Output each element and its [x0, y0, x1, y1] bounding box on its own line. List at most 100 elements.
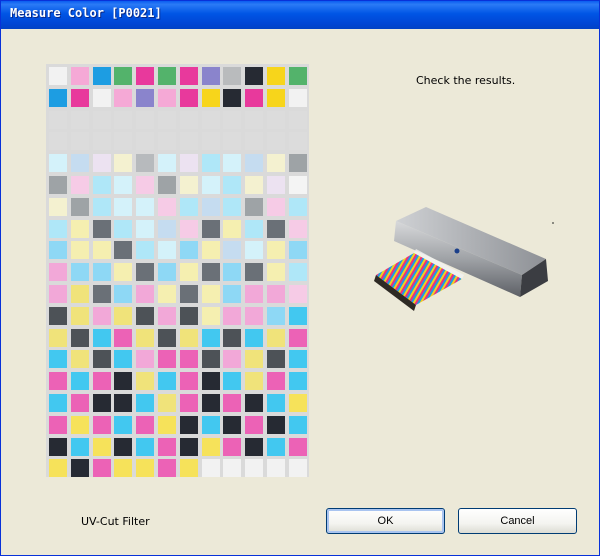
color-patch — [158, 285, 176, 303]
color-patch — [114, 154, 132, 172]
color-patch — [114, 459, 132, 477]
color-patch — [202, 329, 220, 347]
color-patch — [71, 198, 89, 216]
color-patch — [136, 132, 154, 150]
color-patch — [114, 394, 132, 412]
color-patch — [245, 241, 263, 259]
color-patch — [223, 459, 241, 477]
color-patch — [180, 263, 198, 281]
color-patch — [114, 220, 132, 238]
color-patch — [289, 329, 307, 347]
color-patch — [93, 176, 111, 194]
color-patch — [49, 132, 67, 150]
color-patch — [93, 350, 111, 368]
color-patch — [93, 241, 111, 259]
color-patch — [202, 372, 220, 390]
color-patch — [49, 154, 67, 172]
color-patch — [245, 198, 263, 216]
color-patch — [289, 263, 307, 281]
color-patch — [245, 89, 263, 107]
color-patch — [223, 67, 241, 85]
color-patch — [267, 416, 285, 434]
color-patch — [223, 241, 241, 259]
color-patch — [245, 154, 263, 172]
color-patch — [267, 220, 285, 238]
color-chart — [46, 64, 309, 477]
color-patch — [136, 394, 154, 412]
color-patch — [202, 350, 220, 368]
color-patch — [223, 416, 241, 434]
color-patch — [202, 416, 220, 434]
color-patch — [267, 459, 285, 477]
color-patch — [202, 176, 220, 194]
color-patch — [245, 459, 263, 477]
color-patch — [180, 220, 198, 238]
color-patch — [223, 438, 241, 456]
color-patch — [202, 220, 220, 238]
color-patch — [180, 438, 198, 456]
color-patch — [158, 459, 176, 477]
color-patch — [49, 198, 67, 216]
color-patch — [71, 416, 89, 434]
color-patch — [136, 307, 154, 325]
color-patch — [114, 198, 132, 216]
color-patch — [223, 372, 241, 390]
color-patch — [114, 285, 132, 303]
color-patch — [223, 329, 241, 347]
color-patch — [136, 416, 154, 434]
color-patch — [289, 416, 307, 434]
cancel-button-label: Cancel — [500, 515, 535, 527]
cancel-button[interactable]: Cancel — [458, 508, 577, 534]
color-patch — [289, 89, 307, 107]
color-patch — [202, 394, 220, 412]
color-patch — [114, 416, 132, 434]
color-patch — [223, 285, 241, 303]
color-patch — [71, 67, 89, 85]
color-patch — [71, 111, 89, 129]
color-patch — [267, 89, 285, 107]
title-bar[interactable]: Measure Color [P0021] — [1, 1, 599, 29]
color-patch — [136, 438, 154, 456]
color-patch — [245, 111, 263, 129]
color-patch — [245, 176, 263, 194]
color-patch — [289, 438, 307, 456]
color-patch — [93, 111, 111, 129]
color-patch — [223, 176, 241, 194]
color-patch — [267, 438, 285, 456]
color-patch — [49, 111, 67, 129]
color-patch — [223, 111, 241, 129]
color-patch — [158, 132, 176, 150]
color-patch — [114, 67, 132, 85]
color-patch — [49, 394, 67, 412]
instruction-text: Check the results. — [416, 74, 516, 87]
color-patch — [180, 89, 198, 107]
color-patch — [289, 132, 307, 150]
color-patch — [289, 67, 307, 85]
color-patch — [93, 394, 111, 412]
color-patch — [245, 438, 263, 456]
color-patch — [93, 416, 111, 434]
color-patch — [49, 416, 67, 434]
color-patch — [49, 263, 67, 281]
color-patch — [93, 372, 111, 390]
color-patch — [93, 329, 111, 347]
color-patch — [289, 198, 307, 216]
color-patch — [180, 416, 198, 434]
color-patch — [136, 350, 154, 368]
color-patch — [93, 285, 111, 303]
ok-button[interactable]: OK — [326, 508, 445, 534]
color-patch — [223, 307, 241, 325]
color-patch — [158, 372, 176, 390]
color-patch — [49, 241, 67, 259]
color-patch — [158, 263, 176, 281]
color-patch — [180, 154, 198, 172]
color-patch — [158, 438, 176, 456]
color-patch — [289, 307, 307, 325]
color-patch — [223, 154, 241, 172]
color-patch — [136, 89, 154, 107]
color-patch — [114, 132, 132, 150]
color-patch — [49, 438, 67, 456]
color-patch — [93, 154, 111, 172]
color-patch — [71, 459, 89, 477]
color-patch — [71, 176, 89, 194]
